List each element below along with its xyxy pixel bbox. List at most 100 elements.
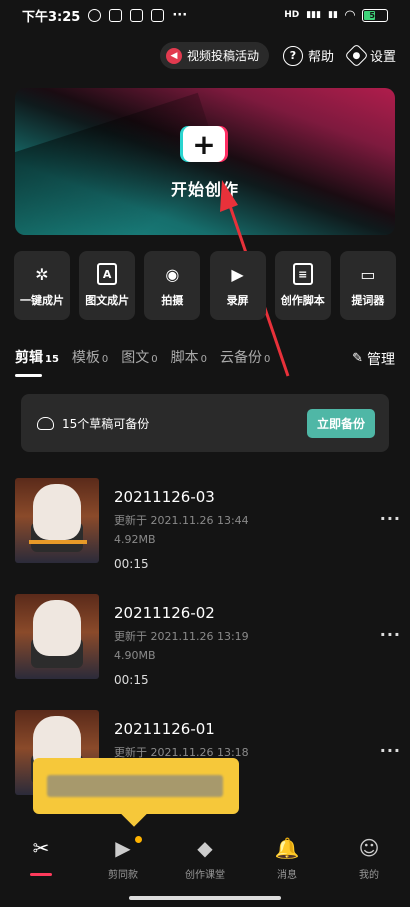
tool-button[interactable]: ◉ 拍摄 bbox=[144, 251, 201, 320]
draft-thumbnail bbox=[15, 594, 99, 679]
notification-app-icon bbox=[109, 8, 123, 22]
notification-app-icon-2 bbox=[130, 8, 144, 22]
film-reel-icon: ✲ bbox=[35, 264, 49, 284]
tool-button[interactable]: ▶ 录屏 bbox=[209, 251, 266, 320]
tab-label: 剪辑 bbox=[15, 350, 43, 366]
backup-text: 15个草稿可备份 bbox=[62, 416, 150, 431]
tab-count: 15 bbox=[45, 354, 59, 365]
bottom-nav: ✂ ▶ 剪同款 ◆ 创作课堂 🔔 消息 ☺ 我的 bbox=[0, 836, 410, 892]
text-to-video-icon: A bbox=[97, 263, 118, 285]
scissors-icon: ✂ bbox=[32, 836, 50, 860]
teleprompter-icon: ▭ bbox=[360, 264, 376, 284]
draft-title: 20211126-03 bbox=[114, 488, 215, 506]
help-button[interactable]: ? 帮助 bbox=[282, 45, 334, 66]
script-icon: ≡ bbox=[292, 263, 313, 285]
thumbnail-bear bbox=[33, 484, 81, 540]
tab-label: 脚本 bbox=[170, 350, 199, 366]
nav-item[interactable]: ▶ 剪同款 bbox=[83, 836, 163, 881]
tab-label: 云备份 bbox=[220, 350, 263, 366]
more-notifications-icon: ··· bbox=[172, 7, 188, 23]
tool-label: 一键成片 bbox=[20, 294, 64, 307]
alarm-icon bbox=[88, 8, 102, 22]
status-time: 下午3:25 bbox=[22, 9, 81, 25]
more-options-icon[interactable]: ··· bbox=[380, 625, 401, 644]
top-actions: ◀ 视频投稿活动 ? 帮助 ● 设置 bbox=[159, 42, 396, 69]
draft-title: 20211126-02 bbox=[114, 604, 215, 622]
draft-updated: 更新于 2021.11.26 13:44 bbox=[114, 514, 249, 527]
help-label: 帮助 bbox=[307, 50, 334, 65]
tab-scripts[interactable]: 脚本 0 bbox=[171, 347, 207, 367]
thumbnail-subtitle-bar bbox=[29, 540, 87, 544]
signal-icon-2: ▮▮ bbox=[328, 10, 338, 20]
start-creation-label: 开始创作 bbox=[170, 180, 239, 199]
pencil-icon: ✎ bbox=[352, 351, 363, 366]
screen-record-icon: ▶ bbox=[231, 264, 244, 284]
profile-icon: ☺ bbox=[358, 836, 380, 860]
manage-label: 管理 bbox=[367, 351, 395, 368]
tab-label: 图文 bbox=[121, 350, 150, 366]
tab-count: 0 bbox=[101, 354, 109, 365]
gear-icon: ● bbox=[344, 43, 369, 68]
graduation-cap-icon: ◆ bbox=[197, 836, 213, 860]
tool-button[interactable]: ✲ 一键成片 bbox=[14, 251, 70, 320]
tab-templates[interactable]: 模板 0 bbox=[72, 347, 108, 367]
tool-button[interactable]: A 图文成片 bbox=[79, 251, 136, 320]
network-hd-label: HD bbox=[284, 10, 300, 20]
backup-banner: 15个草稿可备份 立即备份 bbox=[21, 394, 389, 452]
promo-chip-button[interactable]: ◀ 视频投稿活动 bbox=[159, 42, 269, 69]
tooltip-toast bbox=[33, 758, 239, 827]
nav-item[interactable]: 🔔 消息 bbox=[247, 836, 327, 881]
tool-label: 拍摄 bbox=[161, 294, 184, 307]
tab-edit[interactable]: 剪辑 15 bbox=[15, 347, 59, 377]
settings-button[interactable]: ● 设置 bbox=[344, 43, 396, 68]
project-tabs: 剪辑 15 模板 0 图文 0 脚本 0 云备份 0 ✎ 管理 bbox=[15, 347, 395, 377]
toast-pointer bbox=[121, 801, 147, 827]
tool-button[interactable]: ≡ 创作脚本 bbox=[274, 251, 331, 320]
template-video-icon: ▶ bbox=[115, 836, 131, 860]
start-creation-banner[interactable]: + 开始创作 bbox=[15, 88, 395, 235]
plus-icon: + bbox=[183, 126, 225, 162]
nav-label: 消息 bbox=[277, 870, 297, 881]
tool-button[interactable]: ▭ 提词器 bbox=[339, 251, 396, 320]
camera-icon: ◉ bbox=[165, 264, 180, 284]
tab-image-text[interactable]: 图文 0 bbox=[121, 347, 157, 367]
tool-label: 图文成片 bbox=[85, 294, 130, 307]
draft-duration: 00:15 bbox=[114, 673, 149, 687]
tool-label: 创作脚本 bbox=[280, 294, 325, 307]
wifi-icon: ◠ bbox=[345, 7, 355, 23]
more-options-icon[interactable]: ··· bbox=[380, 741, 401, 760]
more-options-icon[interactable]: ··· bbox=[380, 509, 401, 528]
tab-count: 0 bbox=[264, 354, 271, 365]
signal-icon: ▮▮▮ bbox=[306, 10, 322, 20]
tab-count: 0 bbox=[151, 354, 158, 365]
nav-item[interactable]: ◆ 创作课堂 bbox=[165, 836, 245, 881]
nav-item[interactable]: ✂ bbox=[1, 836, 81, 876]
notification-app-icon-3 bbox=[151, 8, 165, 22]
new-badge-dot bbox=[135, 836, 142, 843]
megaphone-icon: ◀ bbox=[165, 47, 182, 64]
tab-count: 0 bbox=[200, 354, 208, 365]
manage-button[interactable]: ✎ 管理 bbox=[352, 349, 395, 369]
tool-label: 录屏 bbox=[226, 294, 249, 307]
backup-now-button[interactable]: 立即备份 bbox=[306, 408, 375, 438]
draft-size: 4.90MB bbox=[114, 649, 156, 662]
nav-label: 我的 bbox=[359, 870, 379, 881]
tab-cloud-backup[interactable]: 云备份 0 bbox=[220, 347, 270, 367]
draft-item[interactable]: 20211126-03 更新于 2021.11.26 13:44 4.92MB … bbox=[15, 478, 400, 571]
nav-item[interactable]: ☺ 我的 bbox=[329, 836, 409, 881]
tools-row: ✲ 一键成片 A 图文成片 ◉ 拍摄 ▶ 录屏 ≡ 创作脚本 ▭ 提词器 bbox=[14, 251, 396, 320]
battery-text: 50 bbox=[369, 10, 381, 20]
nav-label: 剪同款 bbox=[108, 870, 138, 881]
draft-duration: 00:15 bbox=[114, 557, 149, 571]
cloud-upload-icon bbox=[37, 416, 54, 430]
draft-size: 4.92MB bbox=[114, 533, 156, 546]
draft-thumbnail bbox=[15, 478, 99, 563]
tool-label: 提词器 bbox=[351, 294, 385, 307]
nav-label: 创作课堂 bbox=[185, 870, 225, 881]
battery-icon: 50 bbox=[362, 8, 388, 22]
tab-label: 模板 bbox=[71, 350, 100, 366]
promo-chip-label: 视频投稿活动 bbox=[186, 49, 259, 63]
draft-item[interactable]: 20211126-02 更新于 2021.11.26 13:19 4.90MB … bbox=[15, 594, 400, 687]
bell-icon: 🔔 bbox=[274, 836, 300, 860]
thumbnail-bear bbox=[33, 600, 81, 656]
